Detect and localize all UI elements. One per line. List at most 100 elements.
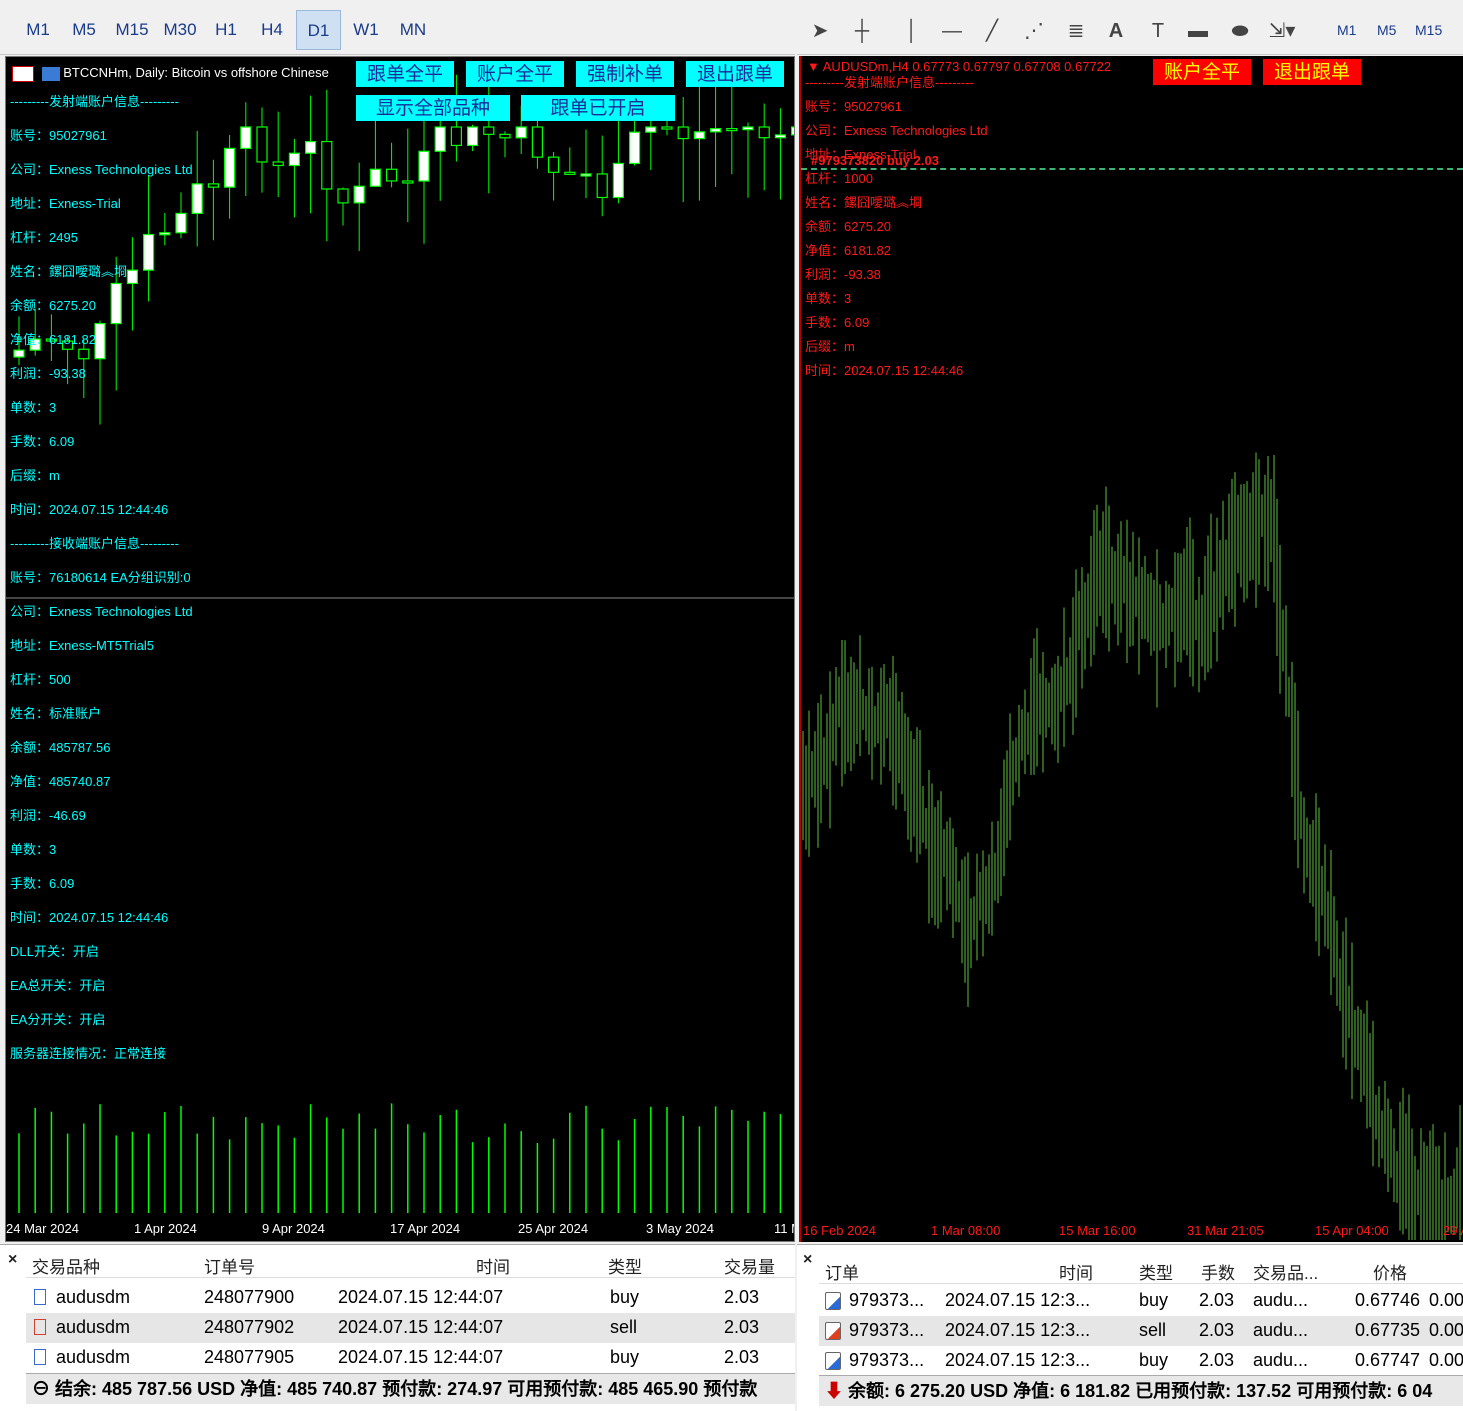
close-all-account-button[interactable]: 账户全平 — [466, 61, 564, 87]
ellipse-icon[interactable]: ⬬ — [1225, 16, 1255, 46]
btc-daily-chart[interactable]: BTCCNHm, Daily: Bitcoin vs offshore Chin… — [5, 56, 795, 1242]
table-row[interactable]: 979373... 2024.07.15 12:3... sell 2.03 audu.… — [819, 1316, 1463, 1346]
col-order[interactable]: 订单 — [825, 1259, 859, 1284]
cell-order: 248077900 — [204, 1287, 295, 1307]
info-line: ---------发射端账户信息--------- — [10, 94, 179, 109]
account-status-bar: ⬇ 余额: 6 275.20 USD 净值: 6 181.82 已用预付款: 1… — [819, 1375, 1463, 1406]
info-line: 利润：-46.69 — [10, 808, 86, 823]
channel-icon[interactable]: ≣ — [1061, 16, 1091, 46]
table-row[interactable]: 979373... 2024.07.15 12:3... buy 2.03 audu..… — [819, 1346, 1463, 1376]
info-line: 账号：95027961 — [10, 128, 107, 143]
cell-lots: 2.03 — [1199, 1290, 1235, 1310]
info-line: 公司：Exness Technologies Ltd — [805, 123, 988, 138]
follow-enabled-button[interactable]: 跟单已开启 — [521, 95, 675, 121]
label-icon[interactable]: T — [1143, 16, 1173, 46]
down-arrow-icon[interactable]: ⬇ — [825, 1381, 843, 1401]
timeframe-w1[interactable]: W1 — [344, 10, 388, 50]
cell-symbol: audusdm — [56, 1317, 131, 1337]
candle-body — [191, 183, 203, 215]
date-label: 9 Apr 2024 — [262, 1221, 325, 1236]
cell-lots: 2.03 — [1199, 1350, 1235, 1370]
candle-body — [483, 126, 495, 135]
candle-body — [418, 150, 430, 182]
col-price[interactable]: 价格 — [1373, 1259, 1407, 1284]
close-all-follow-button[interactable]: 跟单全平 — [356, 61, 454, 87]
date-label: 15 Mar 16:00 — [1059, 1223, 1136, 1238]
show-all-symbols-button[interactable]: 显示全部品种 — [356, 95, 510, 121]
info-line: 地址：Exness-Trial — [805, 147, 916, 162]
candle-body — [94, 322, 106, 360]
timeframe-d1[interactable]: D1 — [296, 10, 341, 50]
candle-body — [143, 233, 155, 271]
close-all-account-button[interactable]: 账户全平 — [1153, 59, 1251, 85]
col-type[interactable]: 类型 — [1139, 1259, 1173, 1284]
right-timeframe-m15[interactable]: M15 — [1415, 22, 1442, 38]
info-line: 姓名：标准账户 — [10, 706, 102, 721]
cell-type: buy — [1139, 1290, 1169, 1310]
close-icon[interactable]: × — [8, 1251, 17, 1269]
candle-body — [531, 126, 544, 158]
candle-body — [596, 173, 608, 199]
trendline-icon[interactable]: ╱ — [977, 16, 1007, 46]
cell-price: 0.67747 — [1355, 1350, 1421, 1370]
candle-body — [612, 162, 625, 199]
exit-follow-button[interactable]: 退出跟单 — [1263, 59, 1361, 85]
col-volume[interactable]: 交易量 — [724, 1253, 775, 1278]
arrows-icon[interactable]: ⇲▾ — [1267, 16, 1297, 46]
force-fill-order-button[interactable]: 强制补单 — [576, 61, 674, 87]
candle-body — [110, 282, 122, 325]
col-time[interactable]: 时间 — [1059, 1259, 1093, 1284]
exit-follow-button[interactable]: 退出跟单 — [686, 61, 784, 87]
candle-body — [661, 126, 673, 130]
timeframe-m30[interactable]: M30 — [156, 10, 204, 50]
cell-type: sell — [610, 1317, 638, 1337]
cell-order: 248077902 — [204, 1317, 295, 1337]
audusd-h4-chart[interactable]: ▼ AUDUSDm,H4 0.67773 0.67797 0.67708 0.6… — [799, 56, 1463, 1242]
cursor-icon[interactable]: ➤ — [805, 16, 835, 46]
cell-price: 0.67746 — [1355, 1290, 1421, 1310]
col-symbol[interactable]: 交易品种 — [32, 1253, 100, 1278]
timeframe-h1[interactable]: H1 — [204, 10, 248, 50]
col-type[interactable]: 类型 — [608, 1253, 642, 1278]
timeframe-m1[interactable]: M1 — [16, 10, 60, 50]
table-row[interactable]: 979373... 2024.07.15 12:3... buy 2.03 audu..… — [819, 1286, 1463, 1316]
crosshair-icon[interactable]: ┼ — [847, 16, 877, 46]
date-label: 29 A — [1443, 1223, 1463, 1238]
table-row[interactable]: audusdm 248077900 2024.07.15 12:44:07 buy 2.… — [26, 1283, 795, 1313]
cell-extra: 0.00 — [1429, 1290, 1463, 1310]
vertical-line-icon[interactable]: │ — [897, 16, 927, 46]
candle-body — [677, 126, 689, 140]
timeframe-m15[interactable]: M15 — [108, 10, 156, 50]
col-time[interactable]: 时间 — [476, 1253, 510, 1278]
fibonacci-icon[interactable]: ⋰ — [1019, 16, 1049, 46]
mt-logo-icon — [41, 66, 60, 81]
timeframe-m5[interactable]: M5 — [62, 10, 106, 50]
cell-lots: 2.03 — [1199, 1320, 1235, 1340]
close-icon[interactable]: × — [803, 1251, 812, 1269]
chart-menu-icon[interactable] — [12, 65, 34, 82]
buy-order-icon — [34, 1349, 46, 1365]
candle-body — [402, 180, 414, 184]
account-status-bar: ⊖ 结余: 485 787.56 USD 净值: 485 740.87 预付款:… — [26, 1373, 795, 1404]
rectangle-icon[interactable]: ▬ — [1183, 16, 1213, 46]
cell-type: buy — [1139, 1350, 1169, 1370]
timeframe-mn[interactable]: MN — [390, 10, 436, 50]
date-label: 16 Feb 2024 — [803, 1223, 877, 1238]
candle-body — [256, 126, 268, 163]
table-row[interactable]: audusdm 248077905 2024.07.15 12:44:07 buy 2.… — [26, 1343, 795, 1373]
col-lots[interactable]: 手数 — [1201, 1259, 1235, 1284]
right-timeframe-m5[interactable]: M5 — [1377, 22, 1396, 38]
candle-body — [305, 140, 317, 154]
info-line: 杠杆：500 — [10, 672, 71, 687]
info-line: EA总开关：开启 — [10, 978, 106, 993]
horizontal-line-icon[interactable]: — — [937, 16, 967, 46]
text-icon[interactable]: A — [1101, 16, 1131, 46]
candle-body — [628, 131, 641, 165]
col-order[interactable]: 订单号 — [204, 1253, 255, 1278]
table-row[interactable]: audusdm 248077902 2024.07.15 12:44:07 sell 2… — [26, 1313, 795, 1343]
timeframe-h4[interactable]: H4 — [250, 10, 294, 50]
right-timeframe-m1[interactable]: M1 — [1337, 22, 1356, 38]
collapse-icon[interactable]: ⊖ — [32, 1379, 50, 1399]
info-line: DLL开关：开启 — [10, 944, 99, 959]
col-symbol[interactable]: 交易品... — [1253, 1259, 1318, 1284]
